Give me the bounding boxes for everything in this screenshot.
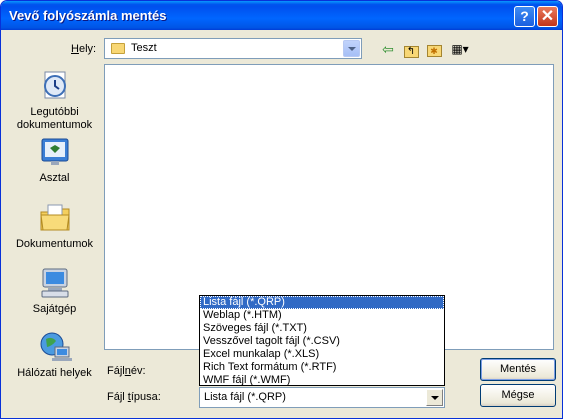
recent-documents-icon [38,69,72,103]
filetype-option[interactable]: Rich Text formátum (*.RTF) [200,361,444,374]
back-glyph: ⇦ [382,41,394,57]
title-bar[interactable]: Vevő folyószámla mentés ? ✕ [1,1,562,30]
filetype-label-pre: Fájl [107,391,128,403]
new-folder-glyph: ✱ [426,45,442,57]
location-label: Hely: [71,43,96,55]
place-desktop[interactable]: Asztal [11,135,98,185]
filetype-select[interactable]: Lista fájl (*.QRP) [199,387,445,408]
place-my-documents[interactable]: Dokumentumok [11,201,98,251]
location-label-accel: H [71,43,79,55]
views-menu-icon[interactable]: ▦▾ [447,39,473,59]
place-my-computer[interactable]: Sajátgép [11,266,98,316]
chevron-down-icon[interactable] [343,40,360,57]
place-label: Hálózati helyek [17,367,92,379]
save-button[interactable]: Mentés [480,358,556,381]
place-label: Sajátgép [32,303,77,315]
back-icon[interactable]: ⇦ [377,39,399,59]
window-title: Vevő folyószámla mentés [9,8,167,23]
places-bar: Legutóbbi dokumentumok Asztal Dokumentum… [11,63,98,387]
network-places-icon [38,330,72,364]
place-recent-documents[interactable]: Legutóbbi dokumentumok [11,69,98,132]
filetype-option[interactable]: Vesszővel tagolt fájl (*.CSV) [200,335,444,348]
filetype-label: Fájl típusa: [107,391,161,403]
up-folder-icon[interactable]: ↰ [400,39,422,59]
my-computer-icon [38,266,72,300]
place-label: Legutóbbi dokumentumok [16,106,93,131]
save-dialog-window: Vevő folyószámla mentés ? ✕ Hely: Teszt … [0,0,563,419]
filename-label-pre: Fájl [107,365,125,377]
close-button[interactable]: ✕ [537,6,558,27]
filetype-value: Lista fájl (*.QRP) [204,391,286,403]
filetype-option[interactable]: Szöveges fájl (*.TXT) [200,322,444,335]
location-label-rest: ely: [78,43,97,55]
place-network[interactable]: Hálózati helyek [11,330,98,380]
filetype-dropdown-list: Lista fájl (*.QRP) Weblap (*.HTM) Szöveg… [199,295,445,386]
filetype-option[interactable]: WMF fájl (*.WMF) [200,374,444,387]
views-glyph: ▦▾ [451,42,469,56]
new-folder-icon[interactable]: ✱ [423,39,445,59]
place-label: Asztal [39,172,70,184]
chevron-down-icon[interactable] [426,389,443,406]
place-label: Dokumentumok [15,238,94,250]
desktop-icon [38,135,72,169]
filename-label-post: év: [130,365,146,377]
help-button[interactable]: ? [514,6,535,27]
close-icon: ✕ [540,8,555,25]
folder-icon [111,43,125,54]
location-value: Teszt [131,42,157,54]
filename-label: Fájlnév: [107,365,146,377]
filetype-option[interactable]: Weblap (*.HTM) [200,309,444,322]
help-icon: ? [520,8,529,24]
cancel-button[interactable]: Mégse [480,384,556,407]
location-dropdown[interactable]: Teszt [104,38,362,59]
filetype-label-post: ípusa: [130,391,161,403]
my-documents-icon [38,201,72,235]
filetype-option[interactable]: Lista fájl (*.QRP) [200,296,444,309]
up-folder-glyph: ↰ [403,46,419,58]
filetype-option[interactable]: Excel munkalap (*.XLS) [200,348,444,361]
